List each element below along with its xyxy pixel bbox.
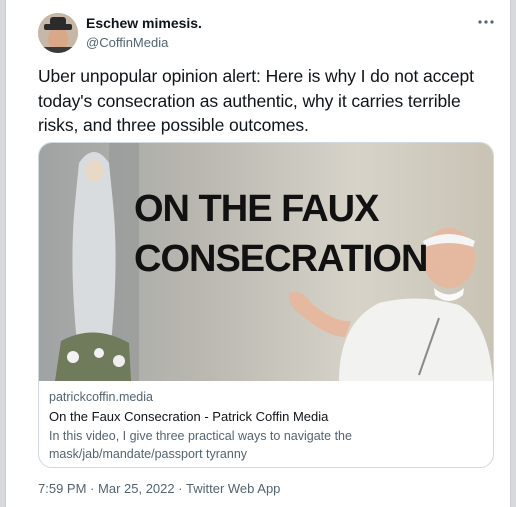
- tweet-source[interactable]: Twitter Web App: [186, 481, 280, 496]
- display-name[interactable]: Eschew mimesis.: [86, 15, 202, 32]
- separator: ·: [90, 481, 95, 496]
- card-image: ON THE FAUX CONSECRATION: [39, 143, 493, 381]
- author-info: Eschew mimesis. @CoffinMedia: [86, 15, 202, 52]
- card-meta: patrickcoffin.media On the Faux Consecra…: [49, 389, 485, 463]
- more-horizontal-icon[interactable]: [476, 14, 496, 30]
- avatar[interactable]: [38, 13, 78, 53]
- handle[interactable]: @CoffinMedia: [86, 34, 202, 52]
- card-title: On the Faux Consecration - Patrick Coffi…: [49, 409, 329, 424]
- card-description: In this video, I give three practical wa…: [49, 429, 352, 461]
- separator: ·: [178, 481, 183, 496]
- avatar-image: [38, 13, 78, 53]
- link-card[interactable]: ON THE FAUX CONSECRATION patrickcoffin.m…: [38, 142, 494, 468]
- tweet-text: Uber unpopular opinion alert: Here is wh…: [38, 66, 474, 135]
- tweet-date[interactable]: Mar 25, 2022: [98, 481, 175, 496]
- card-domain: patrickcoffin.media: [49, 390, 153, 404]
- card-image-title-line2: CONSECRATION: [134, 238, 427, 280]
- tweet-container: Eschew mimesis. @CoffinMedia Uber unpopu…: [5, 0, 511, 507]
- tweet-timestamp: 7:59 PM · Mar 25, 2022 · Twitter Web App: [38, 481, 280, 496]
- card-image-title-line1: ON THE FAUX: [134, 188, 380, 230]
- tweet-time[interactable]: 7:59 PM: [38, 481, 86, 496]
